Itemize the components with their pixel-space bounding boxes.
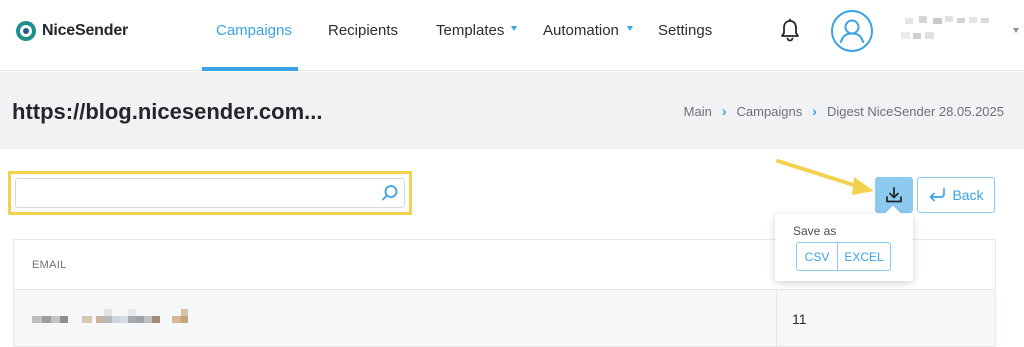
email-redacted bbox=[32, 309, 188, 323]
back-button[interactable]: Back bbox=[917, 177, 995, 213]
annotation-arrow-icon bbox=[776, 159, 874, 195]
page-title: https://blog.nicesender.com... bbox=[12, 99, 323, 124]
brand-logo[interactable]: NiceSender bbox=[16, 20, 128, 42]
column-header-email[interactable]: EMAIL bbox=[32, 259, 67, 271]
save-csv-button[interactable]: CSV bbox=[796, 242, 838, 271]
active-tab-indicator bbox=[202, 67, 298, 71]
brand-name: NiceSender bbox=[42, 22, 129, 39]
top-navbar: NiceSender Campaigns Recipients Template… bbox=[0, 0, 1024, 71]
brand-mark-icon bbox=[16, 21, 36, 41]
breadcrumb: Main › Campaigns › Digest NiceSender 28.… bbox=[684, 103, 1004, 119]
nav-item-templates[interactable]: Templates bbox=[436, 22, 504, 39]
save-csv-label: CSV bbox=[804, 249, 830, 264]
save-excel-label: EXCEL bbox=[844, 249, 884, 264]
cell-divider bbox=[776, 290, 777, 347]
back-button-label: Back bbox=[952, 187, 984, 203]
user-avatar[interactable] bbox=[831, 10, 873, 52]
nav-item-settings[interactable]: Settings bbox=[658, 22, 712, 39]
notifications-bell-icon[interactable] bbox=[778, 18, 802, 44]
nav-item-recipients[interactable]: Recipients bbox=[328, 22, 398, 39]
automation-caret-icon bbox=[627, 26, 633, 31]
templates-caret-icon bbox=[511, 26, 517, 31]
breadcrumb-current: Digest NiceSender 28.05.2025 bbox=[826, 103, 1004, 119]
nav-item-campaigns[interactable]: Campaigns bbox=[216, 22, 292, 39]
breadcrumb-campaigns[interactable]: Campaigns bbox=[737, 104, 803, 119]
back-arrow-icon bbox=[930, 188, 946, 202]
user-menu-caret-icon[interactable] bbox=[1013, 28, 1019, 33]
breadcrumb-main[interactable]: Main bbox=[684, 104, 712, 119]
nav-item-automation[interactable]: Automation bbox=[543, 22, 619, 39]
table-row[interactable]: 11 bbox=[14, 290, 995, 347]
search-highlight-box bbox=[8, 171, 412, 215]
breadcrumb-separator-icon: › bbox=[721, 103, 727, 119]
save-excel-button[interactable]: EXCEL bbox=[837, 242, 891, 271]
save-as-label: Save as bbox=[793, 224, 837, 238]
search-input[interactable] bbox=[15, 178, 405, 208]
row-value: 11 bbox=[792, 311, 807, 327]
search-icon[interactable] bbox=[380, 183, 400, 203]
breadcrumb-separator-icon: › bbox=[812, 103, 817, 119]
save-as-popover: Save as CSV EXCEL bbox=[775, 214, 913, 281]
download-icon bbox=[886, 187, 902, 203]
user-name-redacted bbox=[901, 16, 989, 39]
page-header: https://blog.nicesender.com... Main › Ca… bbox=[0, 72, 1024, 149]
user-icon bbox=[840, 19, 864, 43]
